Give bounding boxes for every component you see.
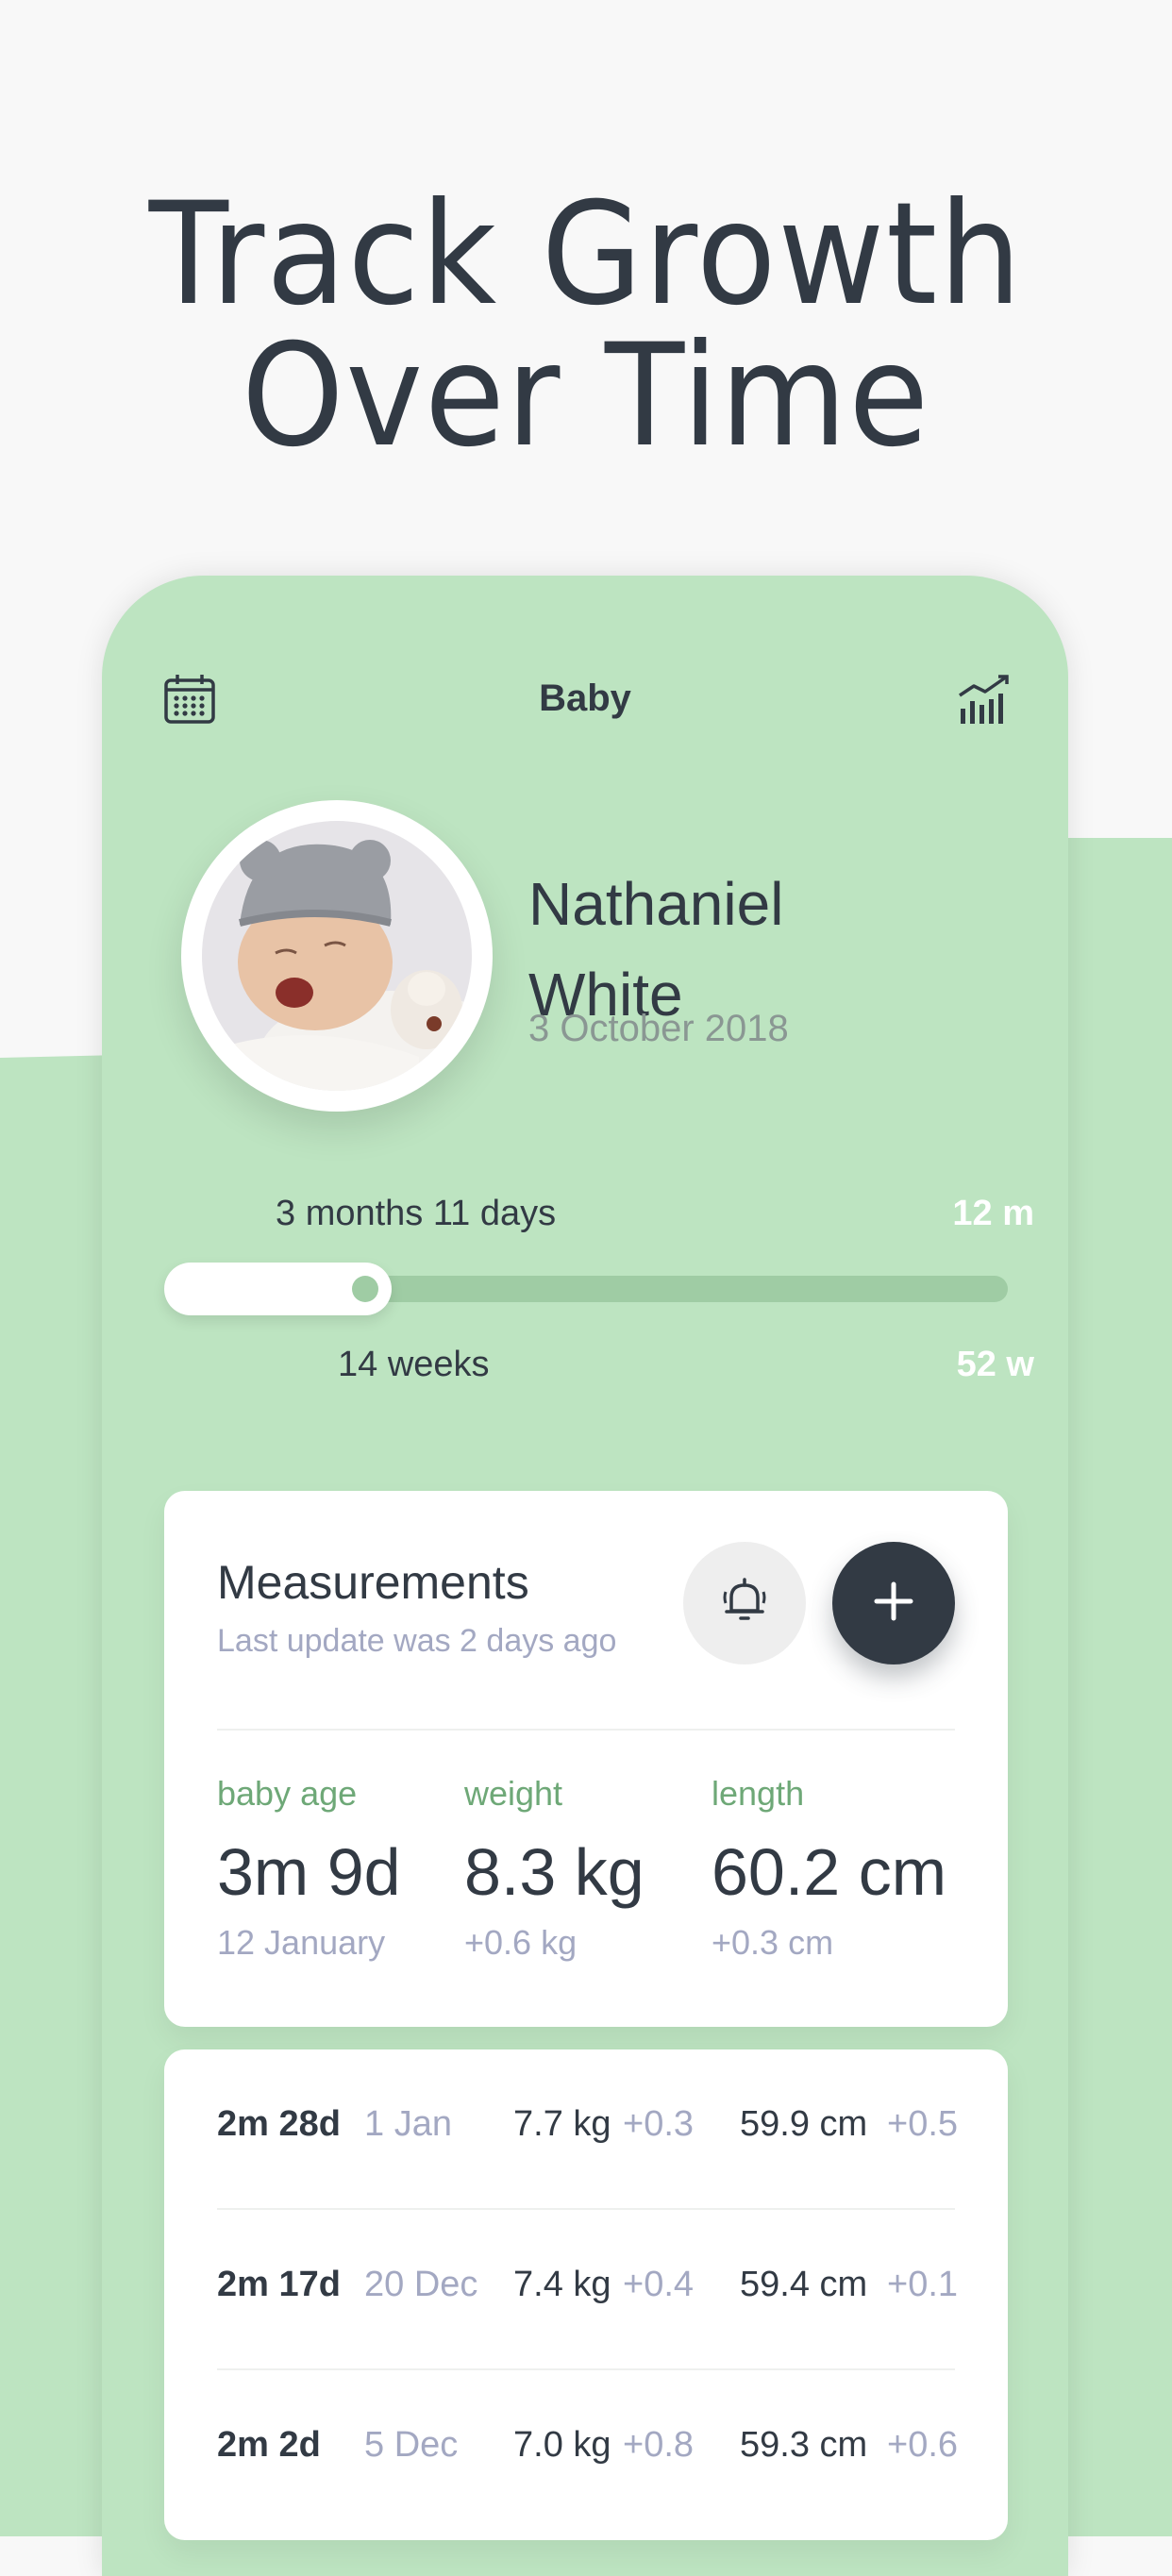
history-date: 1 Jan [364,2104,452,2144]
history-length-delta: +0.5 [887,2104,959,2144]
growth-chart-icon[interactable] [957,673,1010,729]
birth-date: 3 October 2018 [528,1008,789,1049]
stat-label: length [712,1774,805,1813]
history-weight: 7.7 kg [513,2104,611,2144]
age-max-weeks: 52 w [956,1345,1034,1384]
history-weight: 7.4 kg [513,2265,611,2304]
history-date: 5 Dec [364,2425,459,2465]
history-card: 2m 28d 1 Jan 7.7 kg +0.3 59.9 cm +0.5 2m… [164,2049,1008,2540]
age-max-months: 12 m [952,1194,1034,1233]
history-weight-delta: +0.3 [623,2104,695,2144]
phone-screen: Baby Nathaniel White 3 October 2018 3 mo… [102,576,1068,2576]
stat-weight: weight 8.3 kg +0.6 kg [464,1774,645,1963]
stat-label: weight [464,1774,563,1813]
measurements-divider [217,1729,955,1731]
history-row[interactable]: 2m 17d 20 Dec 7.4 kg +0.4 59.4 cm +0.1 [164,2210,1008,2370]
stat-baby-age: baby age 3m 9d 12 January [217,1774,401,1963]
history-age: 2m 17d [217,2265,341,2304]
stat-value: 60.2 cm [712,1835,946,1909]
stat-value: 8.3 kg [464,1835,645,1909]
history-weight-delta: +0.4 [623,2265,695,2304]
stat-sub: +0.3 cm [712,1923,834,1962]
history-length: 59.3 cm [740,2425,868,2465]
history-row[interactable]: 2m 28d 1 Jan 7.7 kg +0.3 59.9 cm +0.5 [164,2049,1008,2210]
baby-photo [202,821,472,1091]
measurements-card: Measurements Last update was 2 days ago [164,1491,1008,2027]
stat-length: length 60.2 cm +0.3 cm [712,1774,946,1963]
stat-sub: +0.6 kg [464,1923,578,1962]
history-length-delta: +0.1 [887,2265,959,2304]
measurements-subtitle: Last update was 2 days ago [217,1623,617,1659]
age-months-label: 3 months 11 days [276,1194,557,1233]
history-weight: 7.0 kg [513,2425,611,2465]
history-age: 2m 28d [217,2104,341,2144]
plus-icon [873,1581,914,1626]
history-length: 59.9 cm [740,2104,868,2144]
history-weight-delta: +0.8 [623,2425,695,2465]
history-length-delta: +0.6 [887,2425,959,2465]
app-title: Baby [539,677,631,719]
avatar[interactable] [181,800,493,1112]
headline-line-1: Track Growth [148,173,1024,337]
baby-first-name: Nathaniel [528,870,784,938]
history-date: 20 Dec [364,2265,478,2304]
stat-label: baby age [217,1774,358,1813]
age-progress-track[interactable] [164,1263,1008,1315]
age-weeks-label: 14 weeks [338,1345,490,1384]
headline-line-2: Over Time [241,314,931,478]
age-progress-fill [164,1263,392,1315]
measurements-title: Measurements [217,1556,529,1609]
stat-sub: 12 January [217,1923,386,1962]
stat-value: 3m 9d [217,1835,401,1909]
history-row[interactable]: 2m 2d 5 Dec 7.0 kg +0.8 59.3 cm +0.6 [164,2370,1008,2531]
bell-icon [718,1575,771,1631]
headline: Track Growth Over Time [47,184,1126,467]
history-age: 2m 2d [217,2425,321,2465]
history-length: 59.4 cm [740,2265,868,2304]
age-progress-knob[interactable] [352,1276,378,1302]
add-measurement-button[interactable] [832,1542,955,1664]
reminder-button[interactable] [683,1542,806,1664]
